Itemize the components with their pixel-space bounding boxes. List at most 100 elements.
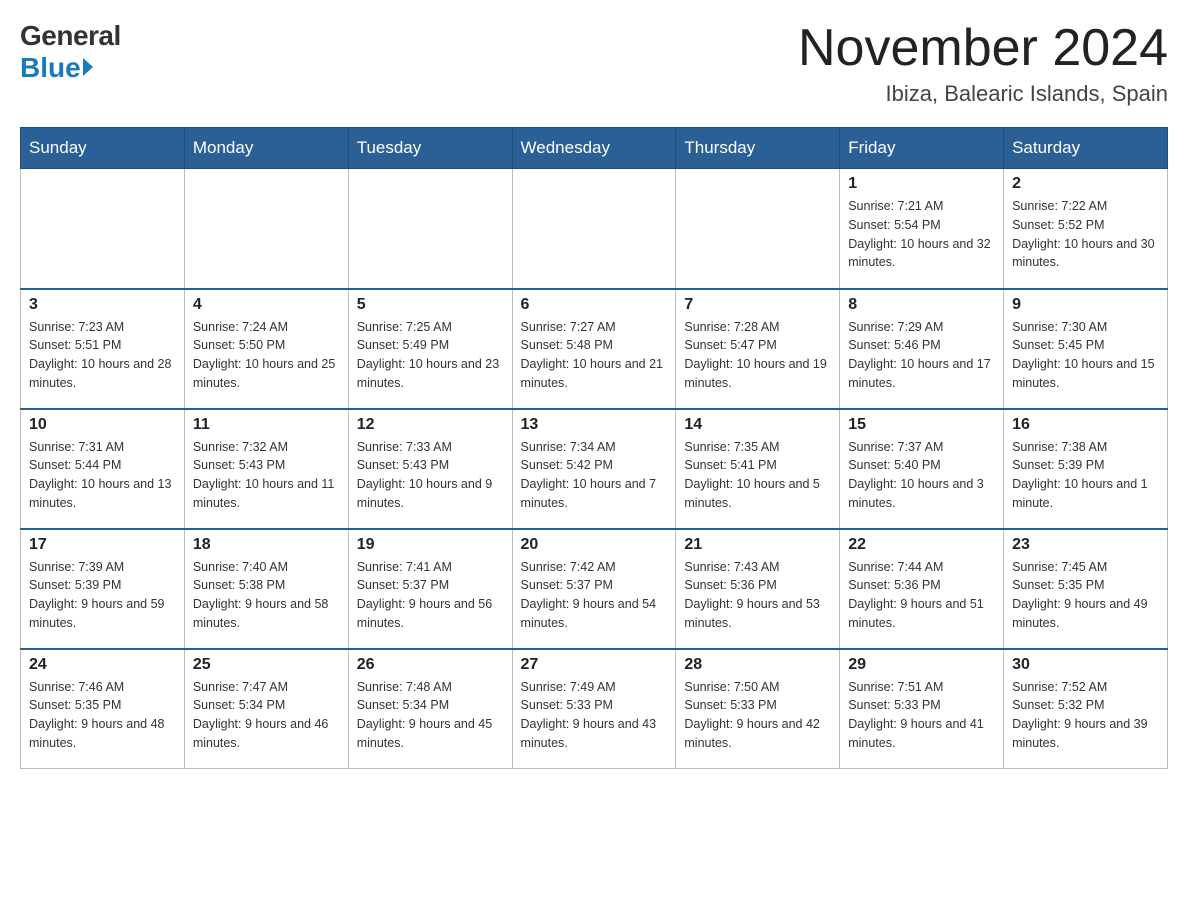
calendar-cell: 3 Sunrise: 7:23 AMSunset: 5:51 PMDaylight… (21, 289, 185, 409)
day-info: Sunrise: 7:29 AMSunset: 5:46 PMDaylight:… (848, 318, 995, 393)
day-number: 19 (357, 536, 504, 554)
day-number: 23 (1012, 536, 1159, 554)
day-info: Sunrise: 7:21 AMSunset: 5:54 PMDaylight:… (848, 197, 995, 272)
calendar-week-row: 17 Sunrise: 7:39 AMSunset: 5:39 PMDayligh… (21, 529, 1168, 649)
calendar-cell: 26 Sunrise: 7:48 AMSunset: 5:34 PMDayligh… (348, 649, 512, 769)
calendar-week-row: 10 Sunrise: 7:31 AMSunset: 5:44 PMDayligh… (21, 409, 1168, 529)
day-number: 17 (29, 536, 176, 554)
calendar-cell: 2 Sunrise: 7:22 AMSunset: 5:52 PMDaylight… (1004, 169, 1168, 289)
calendar-cell: 27Sunrise: 7:49 AMSunset: 5:33 PMDayligh… (512, 649, 676, 769)
calendar-cell: 8 Sunrise: 7:29 AMSunset: 5:46 PMDaylight… (840, 289, 1004, 409)
day-number: 14 (684, 416, 831, 434)
calendar-week-row: 1 Sunrise: 7:21 AMSunset: 5:54 PMDaylight… (21, 169, 1168, 289)
day-number: 20 (521, 536, 668, 554)
calendar-cell: 6Sunrise: 7:27 AMSunset: 5:48 PMDaylight… (512, 289, 676, 409)
calendar-header-row: SundayMondayTuesdayWednesdayThursdayFrid… (21, 128, 1168, 169)
calendar-cell: 24 Sunrise: 7:46 AMSunset: 5:35 PMDayligh… (21, 649, 185, 769)
day-info: Sunrise: 7:41 AMSunset: 5:37 PMDaylight:… (357, 558, 504, 633)
calendar-cell: 1 Sunrise: 7:21 AMSunset: 5:54 PMDaylight… (840, 169, 1004, 289)
calendar-cell: 28 Sunrise: 7:50 AMSunset: 5:33 PMDayligh… (676, 649, 840, 769)
title-section: November 2024 Ibiza, Balearic Islands, S… (798, 20, 1168, 107)
day-info: Sunrise: 7:49 AMSunset: 5:33 PMDaylight:… (521, 678, 668, 753)
day-number: 29 (848, 656, 995, 674)
day-info: Sunrise: 7:45 AMSunset: 5:35 PMDaylight:… (1012, 558, 1159, 633)
day-number: 2 (1012, 175, 1159, 193)
calendar-cell (676, 169, 840, 289)
day-info: Sunrise: 7:35 AMSunset: 5:41 PMDaylight:… (684, 438, 831, 513)
day-number: 12 (357, 416, 504, 434)
calendar-cell: 25 Sunrise: 7:47 AMSunset: 5:34 PMDayligh… (184, 649, 348, 769)
calendar-cell: 30 Sunrise: 7:52 AMSunset: 5:32 PMDayligh… (1004, 649, 1168, 769)
day-info: Sunrise: 7:47 AMSunset: 5:34 PMDaylight:… (193, 678, 340, 753)
logo-arrow-icon (83, 58, 93, 76)
column-header-saturday: Saturday (1004, 128, 1168, 169)
day-number: 25 (193, 656, 340, 674)
column-header-tuesday: Tuesday (348, 128, 512, 169)
day-info: Sunrise: 7:34 AMSunset: 5:42 PMDaylight:… (521, 438, 668, 513)
day-info: Sunrise: 7:42 AMSunset: 5:37 PMDaylight:… (521, 558, 668, 633)
day-info: Sunrise: 7:31 AMSunset: 5:44 PMDaylight:… (29, 438, 176, 513)
day-number: 18 (193, 536, 340, 554)
day-info: Sunrise: 7:33 AMSunset: 5:43 PMDaylight:… (357, 438, 504, 513)
day-number: 28 (684, 656, 831, 674)
month-title: November 2024 (798, 20, 1168, 77)
calendar-cell: 17 Sunrise: 7:39 AMSunset: 5:39 PMDayligh… (21, 529, 185, 649)
calendar-cell: 23 Sunrise: 7:45 AMSunset: 5:35 PMDayligh… (1004, 529, 1168, 649)
column-header-friday: Friday (840, 128, 1004, 169)
day-info: Sunrise: 7:48 AMSunset: 5:34 PMDaylight:… (357, 678, 504, 753)
day-info: Sunrise: 7:27 AMSunset: 5:48 PMDaylight:… (521, 318, 668, 393)
location-subtitle: Ibiza, Balearic Islands, Spain (798, 81, 1168, 107)
column-header-thursday: Thursday (676, 128, 840, 169)
calendar-cell: 20 Sunrise: 7:42 AMSunset: 5:37 PMDayligh… (512, 529, 676, 649)
calendar-cell: 18 Sunrise: 7:40 AMSunset: 5:38 PMDayligh… (184, 529, 348, 649)
day-number: 5 (357, 296, 504, 314)
day-number: 7 (684, 296, 831, 314)
day-number: 11 (193, 416, 340, 434)
column-header-monday: Monday (184, 128, 348, 169)
calendar-cell (348, 169, 512, 289)
calendar-week-row: 24 Sunrise: 7:46 AMSunset: 5:35 PMDayligh… (21, 649, 1168, 769)
calendar-cell: 15 Sunrise: 7:37 AMSunset: 5:40 PMDayligh… (840, 409, 1004, 529)
day-number: 24 (29, 656, 176, 674)
calendar-cell: 22 Sunrise: 7:44 AMSunset: 5:36 PMDayligh… (840, 529, 1004, 649)
day-number: 3 (29, 296, 176, 314)
calendar-cell: 21 Sunrise: 7:43 AMSunset: 5:36 PMDayligh… (676, 529, 840, 649)
day-info: Sunrise: 7:28 AMSunset: 5:47 PMDaylight:… (684, 318, 831, 393)
calendar-cell: 16Sunrise: 7:38 AMSunset: 5:39 PMDayligh… (1004, 409, 1168, 529)
day-number: 26 (357, 656, 504, 674)
calendar-cell: 19 Sunrise: 7:41 AMSunset: 5:37 PMDayligh… (348, 529, 512, 649)
day-info: Sunrise: 7:32 AMSunset: 5:43 PMDaylight:… (193, 438, 340, 513)
day-number: 15 (848, 416, 995, 434)
day-info: Sunrise: 7:22 AMSunset: 5:52 PMDaylight:… (1012, 197, 1159, 272)
day-info: Sunrise: 7:43 AMSunset: 5:36 PMDaylight:… (684, 558, 831, 633)
day-info: Sunrise: 7:52 AMSunset: 5:32 PMDaylight:… (1012, 678, 1159, 753)
calendar-cell: 13 Sunrise: 7:34 AMSunset: 5:42 PMDayligh… (512, 409, 676, 529)
day-info: Sunrise: 7:40 AMSunset: 5:38 PMDaylight:… (193, 558, 340, 633)
day-info: Sunrise: 7:50 AMSunset: 5:33 PMDaylight:… (684, 678, 831, 753)
column-header-wednesday: Wednesday (512, 128, 676, 169)
day-number: 8 (848, 296, 995, 314)
calendar-week-row: 3 Sunrise: 7:23 AMSunset: 5:51 PMDaylight… (21, 289, 1168, 409)
day-number: 13 (521, 416, 668, 434)
day-info: Sunrise: 7:25 AMSunset: 5:49 PMDaylight:… (357, 318, 504, 393)
calendar-table: SundayMondayTuesdayWednesdayThursdayFrid… (20, 127, 1168, 769)
calendar-cell (184, 169, 348, 289)
calendar-cell: 29Sunrise: 7:51 AMSunset: 5:33 PMDayligh… (840, 649, 1004, 769)
day-info: Sunrise: 7:37 AMSunset: 5:40 PMDaylight:… (848, 438, 995, 513)
day-number: 1 (848, 175, 995, 193)
day-number: 21 (684, 536, 831, 554)
day-info: Sunrise: 7:46 AMSunset: 5:35 PMDaylight:… (29, 678, 176, 753)
column-header-sunday: Sunday (21, 128, 185, 169)
day-info: Sunrise: 7:44 AMSunset: 5:36 PMDaylight:… (848, 558, 995, 633)
day-info: Sunrise: 7:23 AMSunset: 5:51 PMDaylight:… (29, 318, 176, 393)
day-number: 22 (848, 536, 995, 554)
calendar-cell: 7 Sunrise: 7:28 AMSunset: 5:47 PMDaylight… (676, 289, 840, 409)
day-number: 10 (29, 416, 176, 434)
logo-blue-text: Blue (20, 52, 93, 84)
calendar-cell: 11 Sunrise: 7:32 AMSunset: 5:43 PMDayligh… (184, 409, 348, 529)
day-info: Sunrise: 7:39 AMSunset: 5:39 PMDaylight:… (29, 558, 176, 633)
calendar-cell: 9Sunrise: 7:30 AMSunset: 5:45 PMDaylight… (1004, 289, 1168, 409)
page-header: General Blue November 2024 Ibiza, Balear… (20, 20, 1168, 107)
logo: General Blue (20, 20, 121, 84)
day-number: 30 (1012, 656, 1159, 674)
